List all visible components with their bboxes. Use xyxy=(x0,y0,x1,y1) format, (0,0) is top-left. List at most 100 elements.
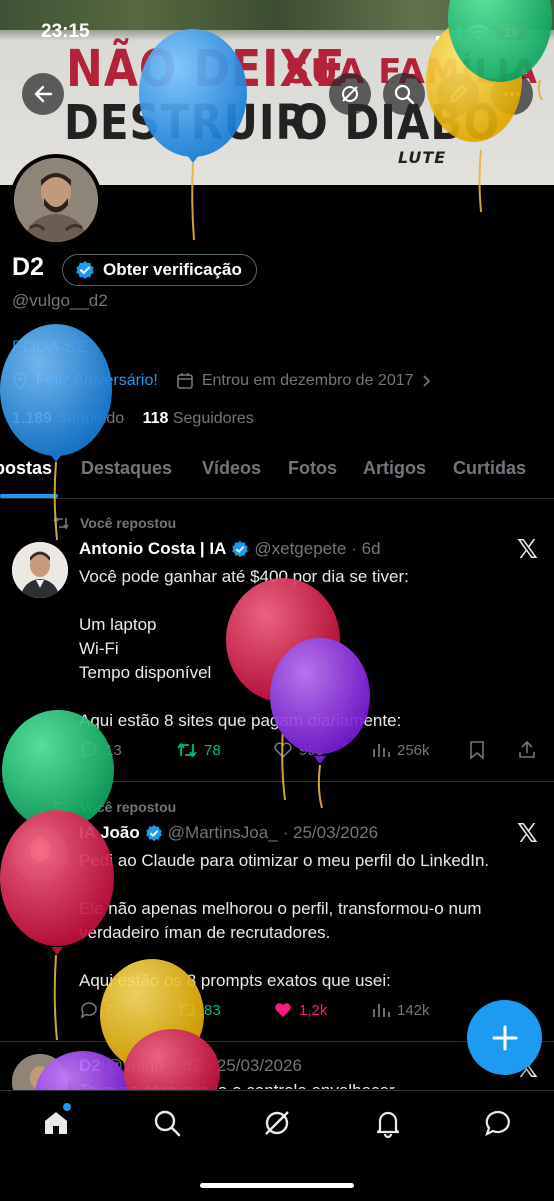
repost-icon xyxy=(53,800,69,814)
author-avatar-image xyxy=(12,826,68,882)
post-author-name[interactable]: IA João xyxy=(79,823,140,843)
compose-post-button[interactable] xyxy=(467,1000,542,1075)
x-logo-icon[interactable]: 𝕏 xyxy=(517,819,538,849)
chevron-right-icon[interactable] xyxy=(422,374,432,388)
bookmark-icon xyxy=(470,741,484,760)
tab-photos[interactable]: Fotos xyxy=(288,458,337,479)
post-author-handle: @vulgo__d2 xyxy=(105,1056,202,1075)
profile-handle: @vulgo__d2 xyxy=(12,291,108,310)
author-avatar-image xyxy=(12,542,68,598)
share-button[interactable] xyxy=(517,740,537,760)
like-icon xyxy=(274,742,292,759)
more-button[interactable] xyxy=(491,73,533,115)
like-icon xyxy=(275,1003,291,1017)
joined-date: Entrou em dezembro de 2017 xyxy=(201,372,414,389)
profile-tabs: postas Destaques Vídeos Fotos Artigos Cu… xyxy=(0,444,554,499)
followers-label: Seguidores xyxy=(172,410,254,427)
repost-icon xyxy=(53,516,69,530)
nav-explore[interactable] xyxy=(149,1105,185,1141)
views-icon xyxy=(373,1004,390,1017)
reply-count: 13 xyxy=(105,741,122,759)
post-author-name[interactable]: Antonio Costa | IA xyxy=(79,539,226,559)
grok-button[interactable] xyxy=(329,73,371,115)
profile-bio: FODA-SE xyxy=(12,337,88,356)
repost-count: 83 xyxy=(204,1001,221,1019)
get-verified-button[interactable]: Obter verificação xyxy=(62,254,257,286)
nav-notifications[interactable] xyxy=(370,1105,406,1141)
cellular-signal-icon xyxy=(436,27,461,41)
repost-button[interactable]: 78 xyxy=(176,740,221,760)
back-arrow-icon xyxy=(34,85,53,103)
views-button[interactable]: 142k xyxy=(371,1000,430,1020)
profile-meta: Feliz Aniversário! Entrou em dezembro de… xyxy=(12,372,432,390)
views-icon xyxy=(373,744,390,757)
following-link[interactable]: 1.189 Seguindo xyxy=(12,410,124,427)
reply-count: 7 xyxy=(105,1001,114,1019)
nav-messages[interactable] xyxy=(480,1105,516,1141)
grok-icon xyxy=(342,86,358,102)
repost-label: Você repostou xyxy=(80,515,177,531)
reply-button[interactable]: 7 xyxy=(79,1000,113,1020)
back-button[interactable] xyxy=(22,73,64,115)
repost-icon xyxy=(177,1002,197,1018)
tab-likes[interactable]: Curtidas xyxy=(453,458,526,479)
edit-icon xyxy=(450,85,467,102)
edit-button[interactable] xyxy=(437,73,479,115)
post-text[interactable]: Tava na cara que ia o controle envelhece… xyxy=(79,1079,544,1089)
tab-articles[interactable]: Artigos xyxy=(363,458,426,479)
home-icon xyxy=(45,1112,67,1134)
post-actions: 13 78 995 256k xyxy=(0,740,554,764)
home-notification-dot xyxy=(63,1103,71,1111)
profile-name: D2 xyxy=(12,253,44,281)
battery-icon: 19 xyxy=(496,24,526,40)
reply-icon xyxy=(80,1002,97,1019)
followers-link[interactable]: 118 Seguidores xyxy=(143,410,254,427)
post-time: · 25/03/2026 xyxy=(282,823,379,842)
following-label: Seguindo xyxy=(56,410,125,427)
share-icon xyxy=(519,740,535,758)
tab-highlights[interactable]: Destaques xyxy=(81,458,172,479)
search-icon xyxy=(394,84,415,105)
repost-count: 78 xyxy=(204,741,221,759)
repost-button[interactable]: 83 xyxy=(176,1000,221,1020)
battery-level: 19 xyxy=(503,24,519,40)
bookmark-button[interactable] xyxy=(468,740,486,760)
tab-videos[interactable]: Vídeos xyxy=(202,458,261,479)
messages-icon xyxy=(485,1110,510,1137)
post-text[interactable]: Pedi ao Claude para otimizar o meu perfi… xyxy=(79,849,544,993)
explore-icon xyxy=(154,1110,181,1137)
more-icon xyxy=(504,92,520,96)
search-button[interactable] xyxy=(383,73,425,115)
post-text[interactable]: Você pode ganhar até $400 por dia se tiv… xyxy=(79,565,539,733)
post-author-handle: @xetgepete xyxy=(254,539,347,558)
post-header: Antonio Costa | IA @xetgepete · 6d xyxy=(79,539,381,559)
like-button[interactable]: 995 xyxy=(273,740,324,760)
views-count: 142k xyxy=(397,1001,430,1019)
avatar-image xyxy=(14,158,98,242)
x-logo-icon[interactable]: 𝕏 xyxy=(517,535,538,565)
repost-label: Você repostou xyxy=(80,799,177,815)
like-button[interactable]: 1,2k xyxy=(273,1000,327,1020)
repost-icon xyxy=(177,742,197,758)
post-author-name[interactable]: D2 xyxy=(79,1056,101,1076)
post-author-handle: @MartinsJoa_ xyxy=(167,823,278,842)
post-time: · 25/03/2026 xyxy=(206,1056,302,1075)
post-author-avatar[interactable] xyxy=(12,542,68,598)
like-count: 995 xyxy=(299,741,325,759)
post-header: IA João @MartinsJoa_ · 25/03/2026 xyxy=(79,823,378,843)
profile-avatar[interactable] xyxy=(10,154,102,246)
post-header: D2 @vulgo__d2 · 25/03/2026 xyxy=(79,1056,302,1076)
reply-button[interactable]: 13 xyxy=(79,740,122,760)
verified-badge-icon xyxy=(145,824,162,842)
notifications-icon xyxy=(376,1111,400,1138)
verified-badge-icon xyxy=(232,540,249,558)
post-divider xyxy=(0,781,554,782)
nav-grok[interactable] xyxy=(259,1105,295,1141)
nav-home[interactable] xyxy=(38,1103,74,1141)
views-button[interactable]: 256k xyxy=(371,740,430,760)
tab-posts[interactable]: postas xyxy=(0,458,52,479)
banner-text-line2a: DESTRUIR xyxy=(64,94,309,151)
post-author-avatar[interactable] xyxy=(12,826,68,882)
banner-text-tag: LUTE xyxy=(398,148,447,167)
birthday-link[interactable]: Feliz Aniversário! xyxy=(36,372,158,390)
